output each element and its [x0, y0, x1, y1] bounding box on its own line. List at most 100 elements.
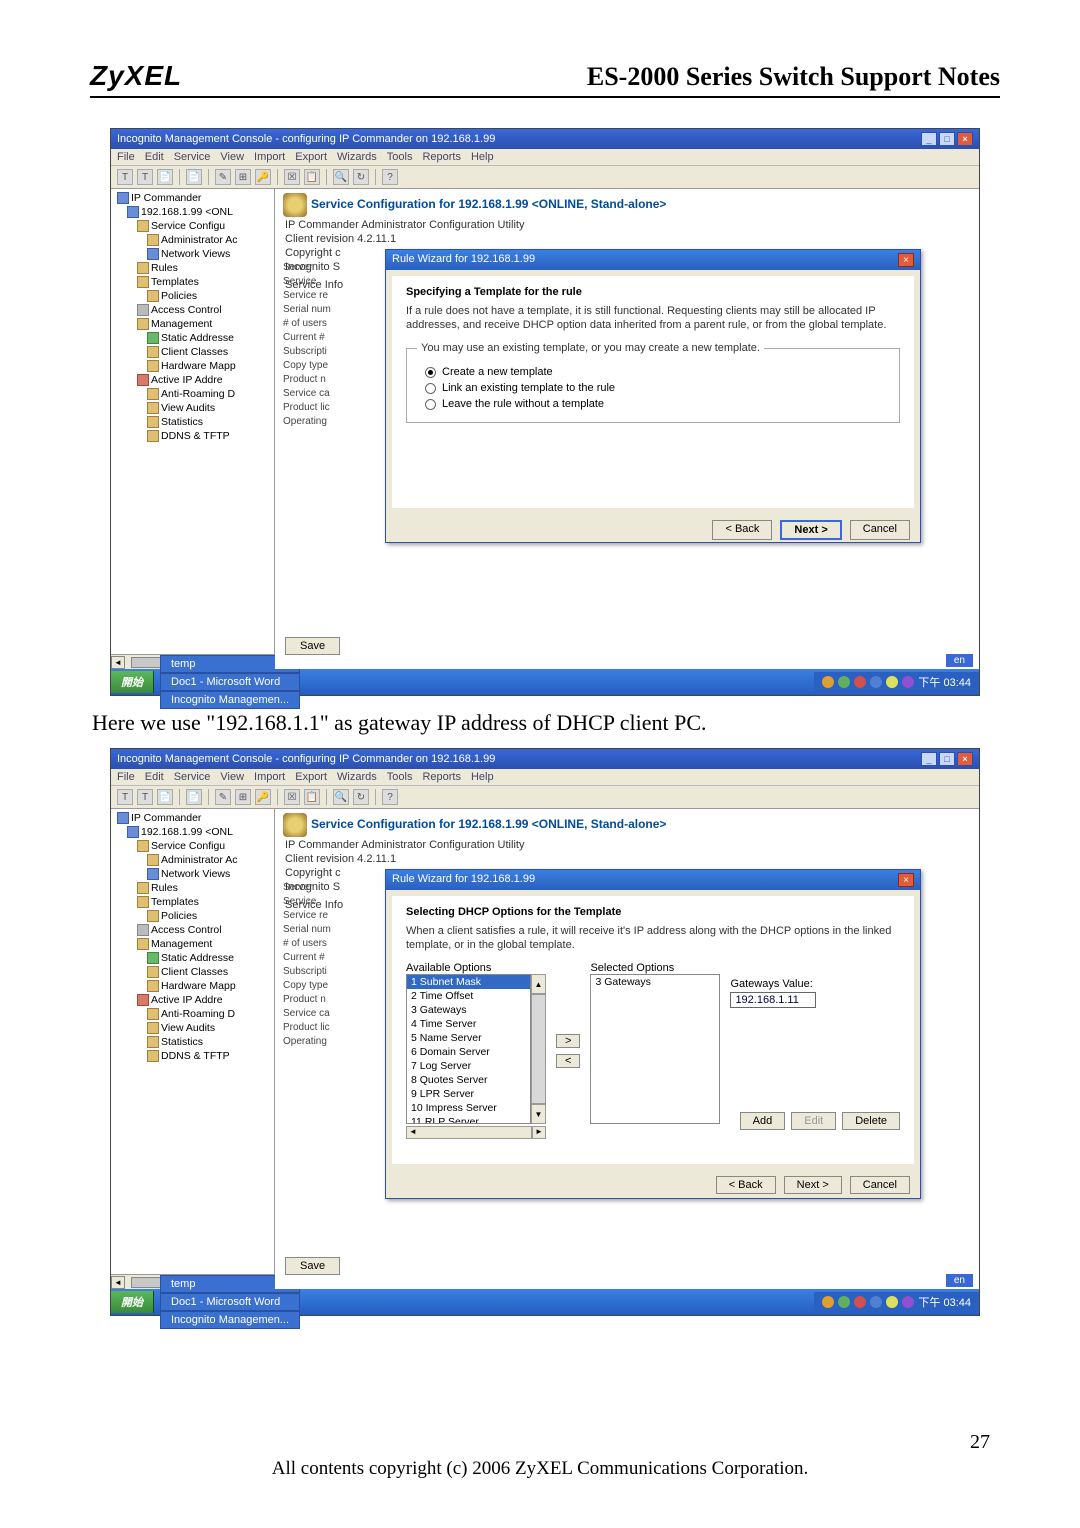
ime-indicator[interactable]: en: [946, 1274, 973, 1287]
tree-node[interactable]: Rules: [113, 881, 272, 895]
tree-node[interactable]: View Audits: [113, 401, 272, 415]
toolbar-icon[interactable]: 📄: [157, 169, 173, 185]
tree-node[interactable]: Administrator Ac: [113, 233, 272, 247]
tray-icon[interactable]: [838, 1296, 850, 1308]
minimize-button[interactable]: _: [921, 132, 937, 146]
tree-node[interactable]: Management: [113, 937, 272, 951]
menu-file[interactable]: File: [117, 151, 135, 163]
tree-node[interactable]: Templates: [113, 275, 272, 289]
zoom-in-icon[interactable]: 🔍: [333, 789, 349, 805]
toolbar-icon[interactable]: ☒: [284, 789, 300, 805]
tray-icon[interactable]: [854, 676, 866, 688]
tree-node[interactable]: DDNS & TFTP: [113, 1049, 272, 1063]
list-item[interactable]: 5 Name Server: [407, 1031, 530, 1045]
tree-node[interactable]: Client Classes: [113, 345, 272, 359]
scroll-left-icon[interactable]: ◄: [111, 656, 125, 669]
tray-icon[interactable]: [854, 1296, 866, 1308]
list-item[interactable]: 9 LPR Server: [407, 1087, 530, 1101]
cancel-button[interactable]: Cancel: [850, 520, 910, 540]
list-item[interactable]: 6 Domain Server: [407, 1045, 530, 1059]
menu-wizards[interactable]: Wizards: [337, 151, 377, 163]
tree-node[interactable]: 192.168.1.99 <ONL: [113, 205, 272, 219]
tree-node[interactable]: Static Addresse: [113, 331, 272, 345]
tree-node[interactable]: Active IP Addre: [113, 993, 272, 1007]
toolbar-icon[interactable]: ✎: [215, 789, 231, 805]
save-button[interactable]: Save: [285, 637, 340, 655]
tree-node[interactable]: Statistics: [113, 415, 272, 429]
gateways-value-input[interactable]: 192.168.1.11: [730, 992, 816, 1008]
tree-node[interactable]: IP Commander: [113, 811, 272, 825]
menu-view[interactable]: View: [220, 771, 244, 783]
tree-node[interactable]: View Audits: [113, 1021, 272, 1035]
toolbar-icon[interactable]: ☒: [284, 169, 300, 185]
list-item[interactable]: 1 Subnet Mask: [407, 975, 530, 989]
close-button[interactable]: ×: [957, 752, 973, 766]
tray-icon[interactable]: [902, 676, 914, 688]
tree-node[interactable]: Hardware Mapp: [113, 359, 272, 373]
back-button[interactable]: < Back: [716, 1176, 776, 1194]
tray-icon[interactable]: [886, 676, 898, 688]
menu-service[interactable]: Service: [174, 771, 211, 783]
menu-import[interactable]: Import: [254, 771, 285, 783]
menu-service[interactable]: Service: [174, 151, 211, 163]
save-button[interactable]: Save: [285, 1257, 340, 1275]
tray-icon[interactable]: [838, 676, 850, 688]
menu-edit[interactable]: Edit: [145, 151, 164, 163]
tray-icon[interactable]: [822, 676, 834, 688]
next-button[interactable]: Next >: [784, 1176, 842, 1194]
tree-node[interactable]: Client Classes: [113, 965, 272, 979]
toolbar-icon[interactable]: 📋: [304, 789, 320, 805]
system-tray[interactable]: 下午 03:44: [814, 1292, 979, 1312]
list-item[interactable]: 3 Gateways: [407, 1003, 530, 1017]
menu-tools[interactable]: Tools: [387, 771, 413, 783]
ime-indicator[interactable]: en: [946, 654, 973, 667]
h-scroll-right[interactable]: ►: [532, 1126, 546, 1139]
tree-node[interactable]: Service Configu: [113, 839, 272, 853]
toolbar-icon[interactable]: 📄: [157, 789, 173, 805]
toolbar-icon[interactable]: T: [137, 169, 153, 185]
tree-node[interactable]: IP Commander: [113, 191, 272, 205]
tree-node[interactable]: Management: [113, 317, 272, 331]
taskbar-item[interactable]: Doc1 - Microsoft Word: [160, 1293, 300, 1311]
tree-node[interactable]: Administrator Ac: [113, 853, 272, 867]
tree-node[interactable]: Rules: [113, 261, 272, 275]
list-item[interactable]: 4 Time Server: [407, 1017, 530, 1031]
menu-help[interactable]: Help: [471, 151, 494, 163]
minimize-button[interactable]: _: [921, 752, 937, 766]
cancel-button[interactable]: Cancel: [850, 1176, 910, 1194]
menu-edit[interactable]: Edit: [145, 771, 164, 783]
list-item[interactable]: 3 Gateways: [591, 975, 719, 989]
delete-button[interactable]: Delete: [842, 1112, 900, 1130]
list-scrollbar[interactable]: ▲▼: [531, 974, 546, 1124]
menu-reports[interactable]: Reports: [422, 151, 461, 163]
h-scroll[interactable]: ◄: [406, 1126, 532, 1139]
menu-export[interactable]: Export: [295, 151, 327, 163]
tree-node[interactable]: 192.168.1.99 <ONL: [113, 825, 272, 839]
tree-pane[interactable]: IP Commander192.168.1.99 <ONLService Con…: [111, 189, 275, 654]
taskbar-item[interactable]: Incognito Managemen...: [160, 1311, 300, 1329]
tree-node[interactable]: Network Views: [113, 247, 272, 261]
tree-node[interactable]: Access Control: [113, 923, 272, 937]
add-button[interactable]: Add: [740, 1112, 786, 1130]
start-button[interactable]: 開始: [111, 1291, 154, 1313]
tree-node[interactable]: Static Addresse: [113, 951, 272, 965]
taskbar-item[interactable]: Incognito Managemen...: [160, 691, 300, 709]
next-button[interactable]: Next >: [780, 520, 841, 540]
close-button[interactable]: ×: [957, 132, 973, 146]
list-item[interactable]: 11 RLP Server: [407, 1115, 530, 1124]
refresh-icon[interactable]: ↻: [353, 169, 369, 185]
move-right-button[interactable]: >: [556, 1034, 580, 1048]
tree-node[interactable]: Access Control: [113, 303, 272, 317]
tree-pane[interactable]: IP Commander192.168.1.99 <ONLService Con…: [111, 809, 275, 1274]
tree-node[interactable]: Anti-Roaming D: [113, 1007, 272, 1021]
toolbar-icon[interactable]: 🔑: [255, 789, 271, 805]
radio-link-template[interactable]: Link an existing template to the rule: [425, 382, 889, 394]
radio-no-template[interactable]: Leave the rule without a template: [425, 398, 889, 410]
refresh-icon[interactable]: ↻: [353, 789, 369, 805]
tree-node[interactable]: Service Configu: [113, 219, 272, 233]
list-item[interactable]: 8 Quotes Server: [407, 1073, 530, 1087]
toolbar-icon[interactable]: ⊞: [235, 789, 251, 805]
tray-icon[interactable]: [870, 676, 882, 688]
help-icon[interactable]: ?: [382, 789, 398, 805]
wizard-close-button[interactable]: ×: [898, 253, 914, 267]
